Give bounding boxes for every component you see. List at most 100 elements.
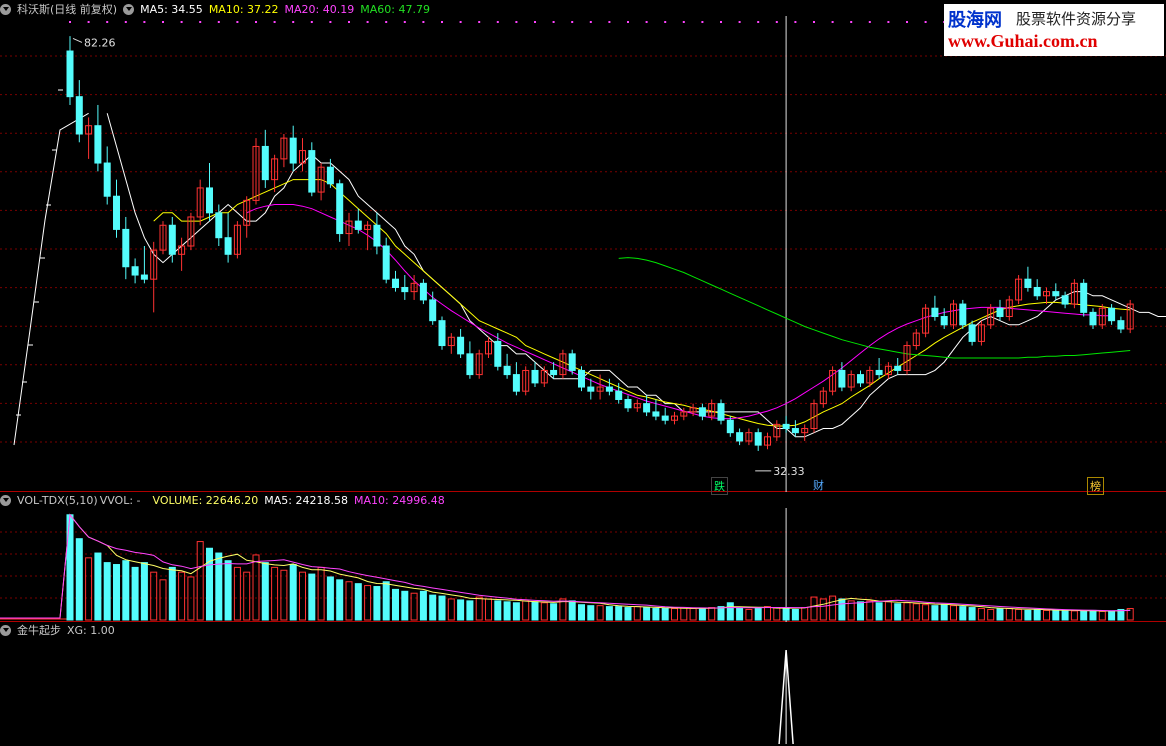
volume-bar bbox=[178, 571, 186, 621]
volume-bar bbox=[66, 514, 74, 621]
volume-bar bbox=[1015, 608, 1023, 621]
marker-dot bbox=[906, 21, 908, 23]
candle bbox=[652, 411, 660, 417]
candle bbox=[401, 286, 409, 293]
volume-bar bbox=[345, 581, 353, 621]
volume-bar bbox=[447, 598, 455, 621]
candle bbox=[215, 212, 223, 239]
candle bbox=[615, 390, 623, 400]
volume-bar bbox=[271, 566, 279, 621]
volume-bar bbox=[94, 552, 102, 621]
marker-dot bbox=[552, 21, 555, 23]
marker-dot bbox=[664, 21, 667, 23]
marker-dot bbox=[329, 21, 332, 23]
candle bbox=[419, 282, 427, 301]
volume-bar bbox=[708, 607, 716, 621]
marker-dot bbox=[645, 21, 648, 23]
marker-dot bbox=[571, 21, 574, 23]
stock-title[interactable]: 科沃斯(日线 前复权) bbox=[17, 3, 117, 16]
vvol-label: VVOL: - bbox=[99, 494, 141, 507]
marker-dot bbox=[217, 21, 220, 23]
candle bbox=[838, 369, 846, 388]
marker-dot bbox=[236, 21, 239, 23]
candle bbox=[1024, 278, 1032, 288]
candle bbox=[754, 432, 762, 446]
candle bbox=[940, 316, 948, 326]
volume-bar bbox=[764, 606, 771, 621]
candle bbox=[336, 183, 344, 235]
marker-dot bbox=[534, 21, 536, 23]
volume-bar bbox=[75, 538, 83, 621]
candle bbox=[326, 166, 334, 185]
vol-ma10-label: MA10: 24996.48 bbox=[353, 494, 445, 507]
ind-title[interactable]: 金牛起步 bbox=[17, 624, 61, 637]
volume-bar bbox=[689, 608, 697, 621]
candle bbox=[1052, 291, 1060, 297]
marker-dot bbox=[124, 21, 127, 23]
volume-bar bbox=[419, 590, 427, 621]
ind-menu-icon[interactable] bbox=[0, 625, 11, 636]
volume-bar bbox=[150, 571, 158, 621]
marker-dot bbox=[292, 21, 295, 23]
ma20-label: MA20: 40.19 bbox=[284, 3, 355, 16]
candle bbox=[382, 245, 390, 280]
marker-dot bbox=[441, 21, 443, 23]
volume-bar bbox=[503, 601, 511, 621]
volume-bar bbox=[894, 603, 902, 621]
volume-bar bbox=[243, 571, 251, 621]
candle bbox=[75, 96, 83, 135]
marker-dot bbox=[775, 21, 778, 23]
vol-title[interactable]: VOL-TDX(5,10) bbox=[17, 494, 98, 507]
watermark-site: 股海网 bbox=[948, 10, 1002, 31]
ma10-label: MA10: 37.22 bbox=[208, 3, 279, 16]
volume-bar bbox=[959, 606, 967, 621]
marker-die[interactable]: 跌 bbox=[711, 477, 728, 495]
marker-dot bbox=[589, 21, 592, 23]
ma60-label: MA60: 47.79 bbox=[360, 3, 430, 16]
volume-bar bbox=[317, 566, 325, 621]
marker-dot bbox=[515, 21, 518, 23]
volume-bar bbox=[819, 598, 827, 621]
volume-bar bbox=[1043, 609, 1050, 621]
main-header: 科沃斯(日线 前复权) MA5: 34.55 MA10: 37.22 MA20: 40… bbox=[0, 2, 436, 18]
vol-menu-icon[interactable] bbox=[0, 495, 11, 506]
volume-bar bbox=[336, 579, 344, 621]
high-pointer bbox=[72, 37, 83, 43]
ind-header: 金牛起步 XG: 1.00 bbox=[0, 623, 121, 639]
volume-bar bbox=[233, 566, 241, 621]
volume-bar bbox=[857, 601, 864, 621]
dropdown-arrow-icon[interactable] bbox=[123, 4, 135, 15]
volume-bar bbox=[578, 604, 585, 621]
volume-bar bbox=[1089, 609, 1097, 621]
vol-header: VOL-TDX(5,10) VVOL: - VOLUME: 22646.20 MA5:… bbox=[0, 493, 451, 509]
candle bbox=[503, 365, 511, 376]
candle bbox=[261, 145, 269, 181]
ma-line-ma10 bbox=[153, 179, 1131, 427]
volume-bar bbox=[968, 607, 976, 621]
candle bbox=[587, 386, 595, 392]
volume-bar bbox=[801, 607, 809, 621]
candle bbox=[373, 224, 381, 247]
volume-bar bbox=[717, 606, 725, 621]
candle bbox=[224, 237, 232, 255]
price-chart[interactable]: 82.26 32.33 bbox=[0, 0, 1166, 492]
candle bbox=[1061, 295, 1069, 305]
volume-bar bbox=[224, 560, 232, 621]
indicator-chart[interactable] bbox=[0, 622, 1166, 746]
candle bbox=[429, 299, 437, 322]
candle bbox=[531, 369, 539, 384]
marker-dot bbox=[720, 21, 722, 23]
panel-menu-icon[interactable] bbox=[0, 4, 11, 15]
marker-cai[interactable]: 财 bbox=[811, 477, 826, 493]
volume-bar bbox=[475, 596, 483, 621]
volume-bar bbox=[485, 598, 492, 621]
volume-chart[interactable] bbox=[0, 492, 1166, 622]
volume-bar bbox=[922, 604, 930, 621]
volume-bar bbox=[196, 541, 204, 621]
marker-dot bbox=[385, 21, 388, 23]
volume-bar bbox=[624, 607, 632, 621]
marker-dot bbox=[496, 21, 499, 23]
marker-bang[interactable]: 榜 bbox=[1087, 477, 1104, 495]
volume-bar bbox=[382, 581, 390, 621]
marker-dot bbox=[459, 21, 462, 23]
